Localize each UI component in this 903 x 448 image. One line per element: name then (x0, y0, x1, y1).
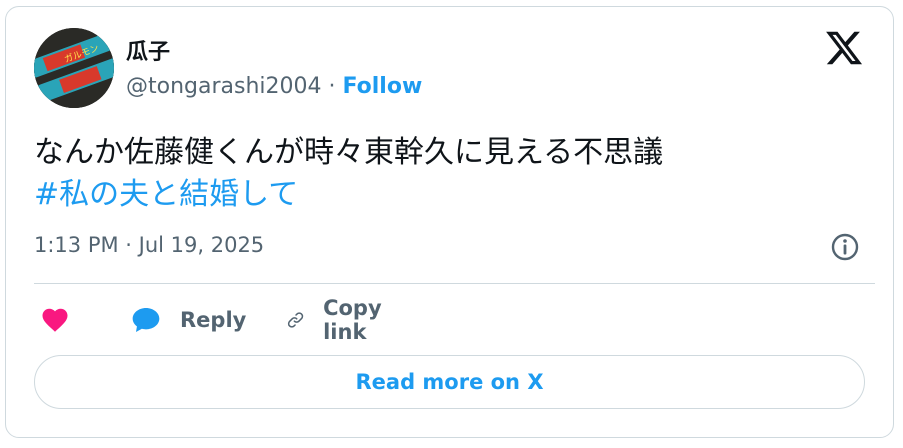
x-logo-icon[interactable] (824, 28, 864, 68)
reply-label: Reply (180, 308, 247, 332)
copy-link-label: Copy link (323, 296, 382, 344)
read-more-button[interactable]: Read more on X (34, 355, 865, 409)
follow-button[interactable]: Follow (343, 74, 423, 99)
divider (34, 283, 875, 284)
link-icon (287, 312, 304, 328)
tweet-timestamp[interactable]: 1:13 PM · Jul 19, 2025 (34, 233, 264, 257)
avatar-image: ガルモン (34, 28, 114, 108)
author-handle[interactable]: @tongarashi2004 (126, 74, 322, 99)
read-more-label: Read more on X (355, 370, 544, 394)
author-handle-row: @tongarashi2004 · Follow (126, 74, 422, 99)
avatar[interactable]: ガルモン (34, 28, 114, 108)
hashtag-link[interactable]: #私の夫と結婚して (34, 174, 663, 216)
heart-icon (42, 308, 68, 332)
like-button[interactable] (40, 300, 70, 340)
tweet-text: なんか佐藤健くんが時々東幹久に見える不思議 #私の夫と結婚して (34, 132, 663, 216)
handle-separator: · (328, 74, 336, 99)
speech-bubble-icon (132, 308, 160, 332)
reply-button[interactable]: Reply (130, 300, 246, 340)
info-icon[interactable] (829, 231, 861, 263)
tweet-body: なんか佐藤健くんが時々東幹久に見える不思議 (34, 135, 664, 170)
author-display-name[interactable]: 瓜子 (126, 34, 170, 66)
copy-link-button[interactable]: Copy link (286, 296, 393, 344)
